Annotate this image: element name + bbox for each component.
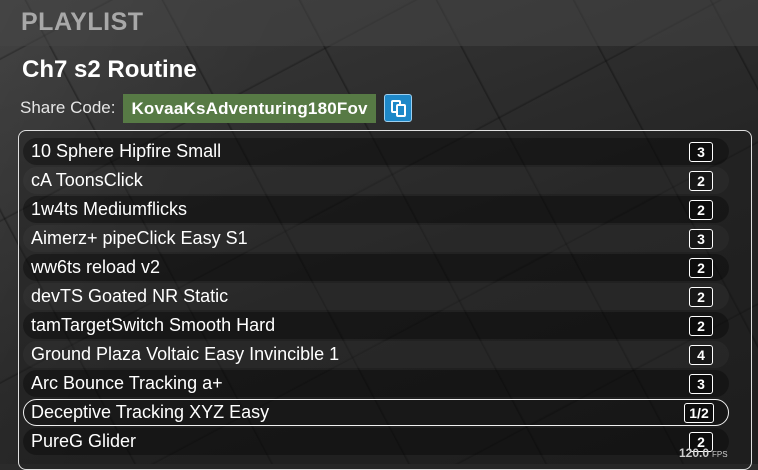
scenario-name: 10 Sphere Hipfire Small xyxy=(31,141,222,161)
scenario-row[interactable]: ww6ts reload v2 2 xyxy=(23,254,729,281)
scenario-name: tamTargetSwitch Smooth Hard xyxy=(31,315,276,335)
share-code-row: Share Code: KovaaKsAdventuring180Fov xyxy=(20,93,412,123)
share-code-label: Share Code: xyxy=(20,98,116,117)
scenario-run-count-badge: 3 xyxy=(689,142,713,162)
scenario-run-count-badge: 2 xyxy=(689,316,713,336)
share-code-value[interactable]: KovaaKsAdventuring180Fov xyxy=(123,93,376,123)
scenario-row[interactable]: PureG Glider 2 xyxy=(23,428,729,455)
scenario-name: Arc Bounce Tracking a+ xyxy=(31,373,223,393)
scenario-run-count-badge: 4 xyxy=(689,345,713,365)
scenario-row[interactable]: Ground Plaza Voltaic Easy Invincible 1 4 xyxy=(23,341,729,368)
scenario-name: devTS Goated NR Static xyxy=(31,286,229,306)
fps-unit: FPS xyxy=(712,450,728,459)
scenario-name: Deceptive Tracking XYZ Easy xyxy=(31,402,270,422)
scenario-run-count-badge: 2 xyxy=(689,200,713,220)
scenario-name: 1w4ts Mediumflicks xyxy=(31,199,188,219)
scenario-row-selected[interactable]: Deceptive Tracking XYZ Easy 1/2 xyxy=(23,399,729,426)
scenario-name: ww6ts reload v2 xyxy=(31,257,161,277)
scenario-run-count-badge: 2 xyxy=(689,287,713,307)
scenario-run-count-badge: 3 xyxy=(689,374,713,394)
copy-share-code-button[interactable] xyxy=(383,94,412,122)
scenario-name: PureG Glider xyxy=(31,431,137,451)
page-title: PLAYLIST xyxy=(21,8,144,36)
fps-counter: 120.0 FPS xyxy=(679,446,728,460)
header-bar: PLAYLIST xyxy=(0,0,758,46)
scenario-row[interactable]: Arc Bounce Tracking a+ 3 xyxy=(23,370,729,397)
playlist-name: Ch7 s2 Routine xyxy=(22,56,197,83)
scenario-row[interactable]: tamTargetSwitch Smooth Hard 2 xyxy=(23,312,729,339)
scenario-run-count-badge: 3 xyxy=(689,229,713,249)
scenario-name: Aimerz+ pipeClick Easy S1 xyxy=(31,228,248,248)
fps-value: 120.0 xyxy=(679,446,710,460)
scenario-list[interactable]: 10 Sphere Hipfire Small 3 cA ToonsClick 2 1w… xyxy=(18,130,752,470)
copy-icon-front xyxy=(395,104,406,117)
scenario-run-count-badge: 2 xyxy=(689,171,713,191)
scenario-row[interactable]: cA ToonsClick 2 xyxy=(23,167,729,194)
scenario-name: cA ToonsClick xyxy=(31,170,143,190)
scenario-row[interactable]: Aimerz+ pipeClick Easy S1 3 xyxy=(23,225,729,252)
scenario-row[interactable]: 1w4ts Mediumflicks 2 xyxy=(23,196,729,223)
scenario-name: Ground Plaza Voltaic Easy Invincible 1 xyxy=(31,344,340,364)
scenario-row[interactable]: 10 Sphere Hipfire Small 3 xyxy=(23,138,729,165)
scenario-run-count-badge: 1/2 xyxy=(684,403,714,423)
scenario-run-count-badge: 2 xyxy=(689,258,713,278)
scenario-row[interactable]: devTS Goated NR Static 2 xyxy=(23,283,729,310)
